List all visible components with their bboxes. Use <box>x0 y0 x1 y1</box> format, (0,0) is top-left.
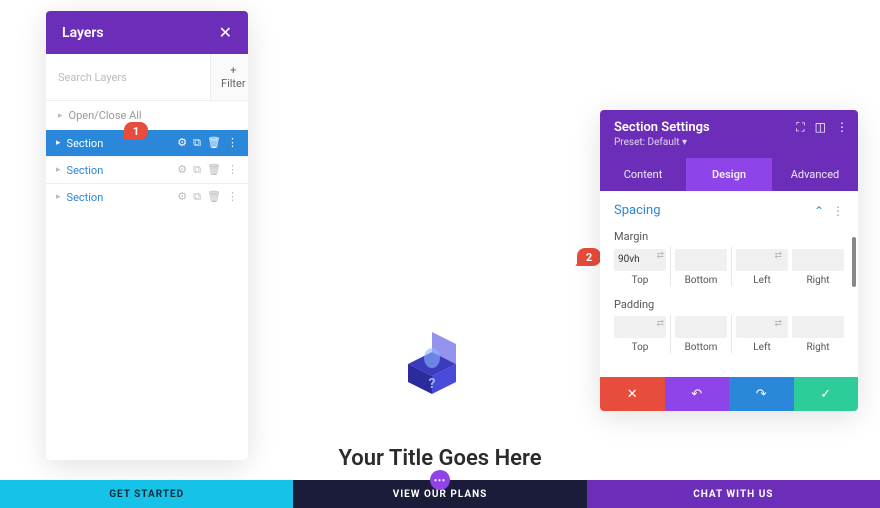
margin-right-input[interactable] <box>792 249 844 271</box>
more-icon[interactable]: ⋮ <box>227 190 238 204</box>
margin-inputs: ⇄ Top Bottom ⇄ Left Right <box>614 247 844 286</box>
svg-text:?: ? <box>429 376 436 392</box>
duplicate-icon[interactable]: ⧉ <box>193 163 201 177</box>
view-plans-label: VIEW OUR PLANS <box>393 489 488 500</box>
layer-label: Section <box>67 191 178 204</box>
chevron-right-icon: ▸ <box>58 111 63 121</box>
label-left: Left <box>736 342 788 353</box>
layer-label: Section <box>67 164 178 177</box>
more-bubble-icon[interactable]: ⋯ <box>430 470 450 490</box>
trash-icon[interactable]: 🗑 <box>207 163 221 177</box>
link-icon[interactable]: ⇄ <box>774 251 782 261</box>
redo-button[interactable]: ↷ <box>729 377 794 411</box>
view-plans-button[interactable]: VIEW OUR PLANS ⋯ <box>293 480 586 508</box>
chat-button[interactable]: CHAT WITH US <box>587 480 880 508</box>
search-input[interactable] <box>46 54 210 100</box>
padding-inputs: ⇄ Top Bottom ⇄ Left Right <box>614 315 844 354</box>
padding-bottom-input[interactable] <box>675 316 727 338</box>
gear-icon[interactable]: ⚙ <box>177 163 187 177</box>
layers-title: Layers <box>62 25 104 41</box>
cancel-button[interactable]: ✕ <box>600 377 665 411</box>
label-bottom: Bottom <box>675 275 727 286</box>
layers-search-row: + Filter <box>46 54 248 101</box>
chevron-right-icon: ▸ <box>56 165 61 175</box>
layer-item-section[interactable]: ▸ Section ⚙ ⧉ 🗑 ⋮ <box>46 183 248 210</box>
margin-label: Margin <box>614 230 844 243</box>
layers-header: Layers ✕ <box>46 11 248 54</box>
layers-panel: Layers ✕ + Filter ▸ Open/Close All ▸ Sec… <box>46 11 248 460</box>
expand-icon[interactable]: ⛶ <box>796 120 804 135</box>
get-started-button[interactable]: GET STARTED <box>0 480 293 508</box>
chevron-right-icon: ▸ <box>56 138 61 148</box>
more-icon[interactable]: ⋮ <box>836 120 848 135</box>
more-icon[interactable]: ⋮ <box>227 163 238 177</box>
box-illustration: ? <box>392 328 472 400</box>
chevron-up-icon[interactable]: ⌃ <box>814 204 824 218</box>
duplicate-icon[interactable]: ⧉ <box>193 136 201 150</box>
open-close-label: Open/Close All <box>69 109 142 122</box>
padding-right-input[interactable] <box>792 316 844 338</box>
callout-1: 1 <box>124 122 148 140</box>
page-title: Your Title Goes Here <box>0 446 880 471</box>
padding-label: Padding <box>614 298 844 311</box>
label-bottom: Bottom <box>675 342 727 353</box>
more-icon[interactable]: ⋮ <box>227 136 238 150</box>
label-left: Left <box>736 275 788 286</box>
bottom-bar: GET STARTED VIEW OUR PLANS ⋯ CHAT WITH U… <box>0 480 880 508</box>
label-top: Top <box>614 342 666 353</box>
layer-item-section[interactable]: ▸ Section ⚙ ⧉ 🗑 ⋮ <box>46 156 248 183</box>
margin-bottom-input[interactable] <box>675 249 727 271</box>
tab-content[interactable]: Content <box>600 158 686 191</box>
settings-body: Spacing ⌃ ⋮ Margin ⇄ Top Bottom ⇄ Left <box>600 191 858 361</box>
trash-icon[interactable]: 🗑 <box>207 190 221 204</box>
chevron-right-icon: ▸ <box>56 192 61 202</box>
label-right: Right <box>792 275 844 286</box>
close-icon[interactable]: ✕ <box>219 23 232 42</box>
gear-icon[interactable]: ⚙ <box>177 190 187 204</box>
snap-icon[interactable]: ◫ <box>815 120 826 135</box>
gear-icon[interactable]: ⚙ <box>177 136 187 150</box>
settings-header-actions: ⛶ ◫ ⋮ <box>796 120 848 135</box>
settings-header: Section Settings Preset: Default ▾ ⛶ ◫ ⋮ <box>600 110 858 158</box>
spacing-title-label: Spacing <box>614 203 661 218</box>
settings-tabs: Content Design Advanced <box>600 158 858 191</box>
label-right: Right <box>792 342 844 353</box>
callout-2: 2 <box>577 248 601 266</box>
spacing-section-header[interactable]: Spacing ⌃ ⋮ <box>614 203 844 218</box>
link-icon[interactable]: ⇄ <box>656 319 664 329</box>
label-top: Top <box>614 275 666 286</box>
filter-button[interactable]: + Filter <box>210 54 248 100</box>
save-button[interactable]: ✓ <box>794 377 859 411</box>
section-settings-panel: Section Settings Preset: Default ▾ ⛶ ◫ ⋮… <box>600 110 858 411</box>
duplicate-icon[interactable]: ⧉ <box>193 190 201 204</box>
tab-design[interactable]: Design <box>686 158 772 191</box>
trash-icon[interactable]: 🗑 <box>207 136 221 150</box>
layer-actions: ⚙ ⧉ 🗑 ⋮ <box>177 136 238 150</box>
layers-body: ▸ Open/Close All ▸ Section ⚙ ⧉ 🗑 ⋮ ▸ Sec… <box>46 101 248 460</box>
scrollbar[interactable] <box>852 237 856 287</box>
link-icon[interactable]: ⇄ <box>656 251 664 261</box>
undo-button[interactable]: ↶ <box>665 377 730 411</box>
settings-actions: ✕ ↶ ↷ ✓ <box>600 377 858 411</box>
more-icon[interactable]: ⋮ <box>832 204 844 218</box>
link-icon[interactable]: ⇄ <box>774 319 782 329</box>
preset-dropdown[interactable]: Preset: Default ▾ <box>614 137 844 148</box>
layer-actions: ⚙ ⧉ 🗑 ⋮ <box>177 163 238 177</box>
tab-advanced[interactable]: Advanced <box>772 158 858 191</box>
layer-actions: ⚙ ⧉ 🗑 ⋮ <box>177 190 238 204</box>
